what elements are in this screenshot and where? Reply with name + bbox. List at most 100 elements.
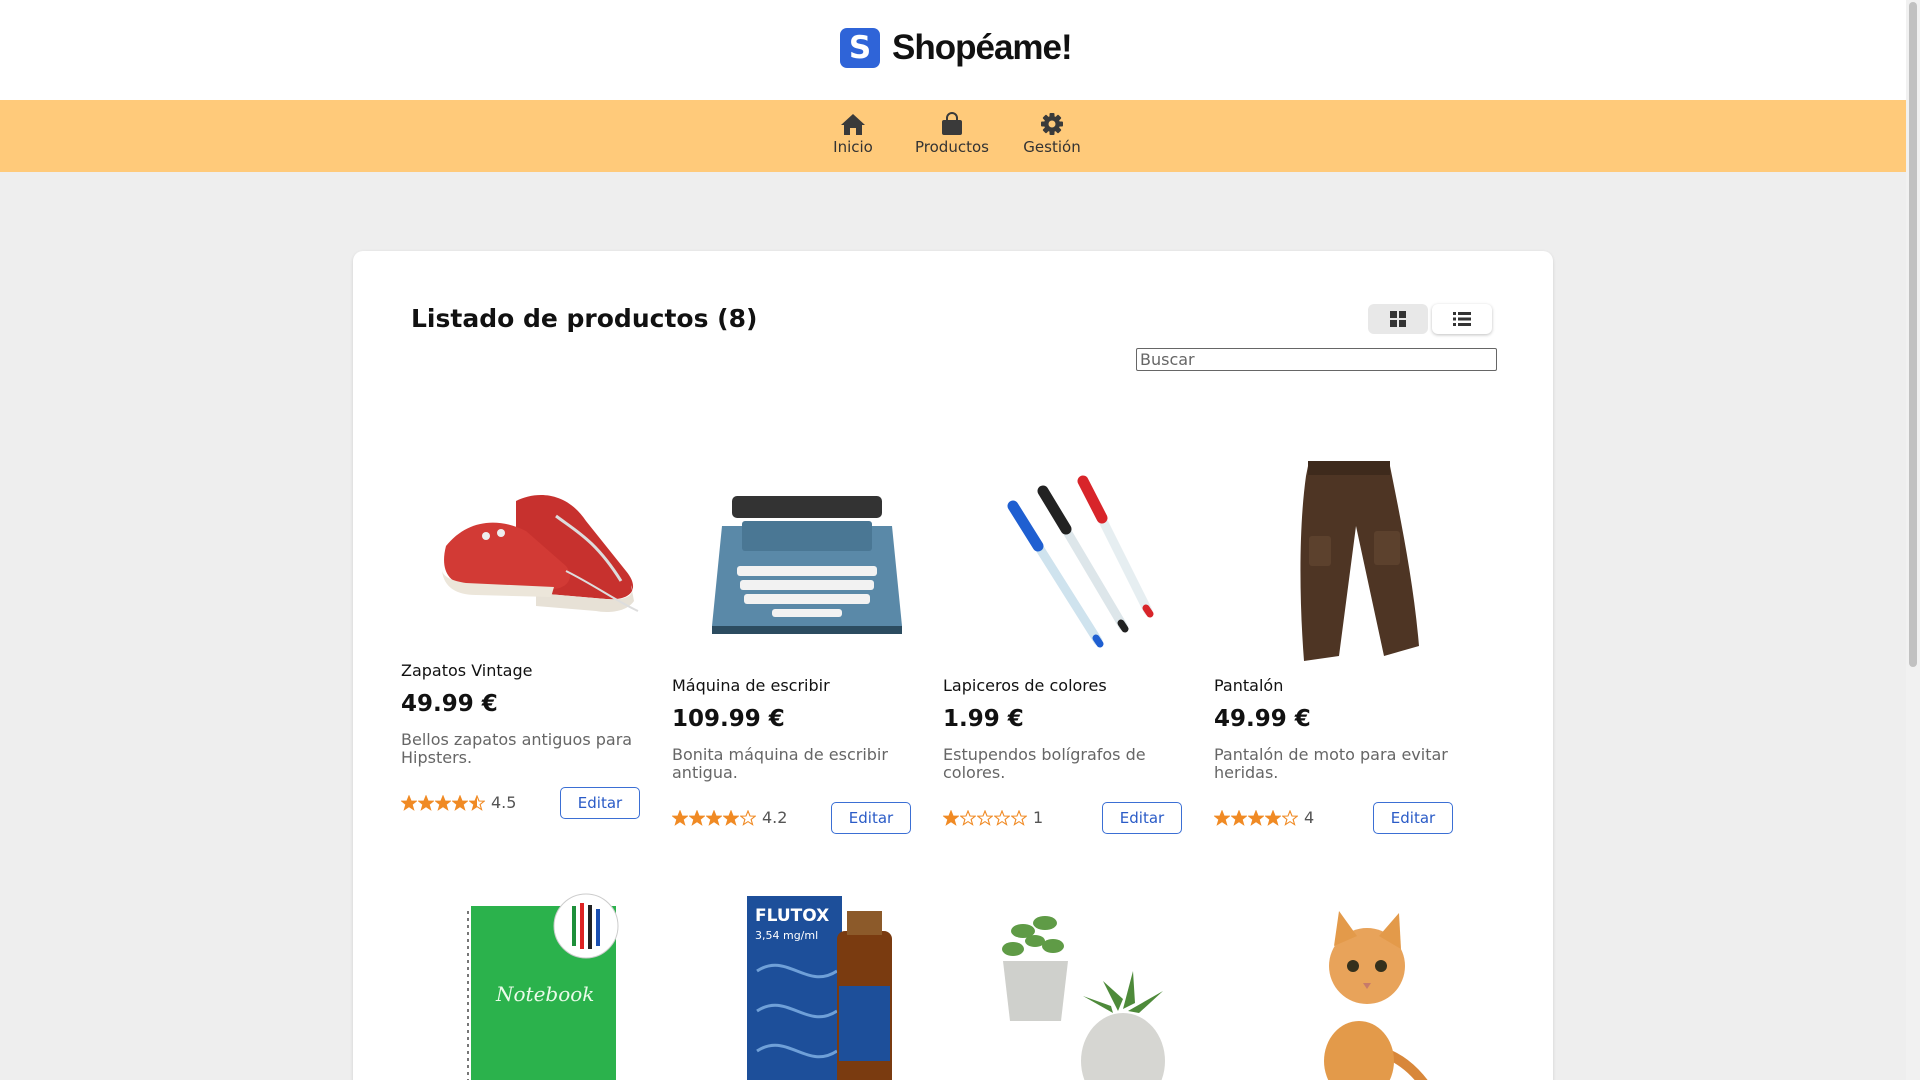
star-empty-icon (977, 809, 993, 826)
product-card[interactable] (943, 891, 1213, 1080)
product-card[interactable]: Zapatos Vintage 49.99 € Bellos zapatos a… (401, 431, 671, 821)
rating-stars: 4.5 (401, 793, 516, 812)
product-description: Bonita máquina de escribir antigua. (672, 745, 888, 782)
star-full-icon (723, 809, 739, 826)
brand-logo-icon: S (840, 28, 880, 68)
star-full-icon (452, 794, 468, 811)
edit-button[interactable]: Editar (560, 787, 640, 819)
star-full-icon (706, 809, 722, 826)
product-card[interactable] (1214, 891, 1484, 1080)
flutox-dose-text: 3,54 mg/ml (755, 929, 818, 942)
product-footer: 1 Editar (943, 802, 1213, 836)
product-image-typewriter[interactable] (672, 446, 942, 676)
search-input[interactable] (1136, 348, 1497, 371)
list-view-icon (1453, 312, 1471, 326)
nav-item-inicio[interactable]: Inicio (803, 112, 903, 156)
brand[interactable]: S Shopéame! (840, 28, 1073, 68)
product-name: Zapatos Vintage (401, 661, 533, 680)
product-card[interactable]: FLUTOX 3,54 mg/ml (672, 891, 942, 1080)
rating-stars: 1 (943, 808, 1043, 827)
typewriter-image (712, 496, 902, 634)
product-card[interactable]: Notebook (401, 891, 671, 1080)
product-description: Pantalón de moto para evitar heridas. (1214, 745, 1448, 782)
product-price: 1.99 € (943, 706, 1024, 732)
product-image-notebook[interactable]: Notebook (401, 891, 671, 1080)
product-name: Lapiceros de colores (943, 676, 1107, 695)
star-full-icon (401, 794, 417, 811)
shopping-bag-icon (942, 112, 962, 135)
rating-value: 4.5 (491, 793, 517, 812)
product-price: 49.99 € (1214, 706, 1311, 732)
notebook-image: Notebook (467, 893, 619, 1080)
product-price: 109.99 € (672, 706, 785, 732)
flutox-syrup-image: FLUTOX 3,54 mg/ml (747, 896, 892, 1080)
nav-label-inicio: Inicio (833, 138, 873, 156)
grid-view-button[interactable] (1368, 304, 1428, 334)
nav-item-gestion[interactable]: Gestión (1002, 112, 1102, 156)
red-sneakers-image (442, 495, 639, 612)
product-image-flutox[interactable]: FLUTOX 3,54 mg/ml (672, 891, 942, 1080)
page-title: Listado de productos (8) (411, 304, 758, 333)
nav-item-productos[interactable]: Productos (902, 112, 1002, 156)
product-image-kitten[interactable] (1214, 891, 1484, 1080)
product-image-plants[interactable] (943, 891, 1213, 1080)
star-empty-icon (740, 809, 756, 826)
star-full-icon (435, 794, 451, 811)
product-card[interactable]: Máquina de escribir 109.99 € Bonita máqu… (672, 446, 942, 836)
grid-view-icon (1390, 311, 1406, 327)
product-list-card: Listado de productos (8) Buscar Zapatos … (353, 251, 1553, 1080)
scrollbar-thumb[interactable] (1909, 2, 1917, 667)
product-description: Estupendos bolígrafos de colores. (943, 745, 1146, 782)
star-empty-icon (960, 809, 976, 826)
edit-button[interactable]: Editar (831, 802, 911, 834)
product-price: 49.99 € (401, 691, 498, 717)
main-nav: Inicio Productos Gestión (0, 100, 1906, 172)
star-full-icon (672, 809, 688, 826)
product-name: Máquina de escribir (672, 676, 830, 695)
star-empty-icon (1282, 809, 1298, 826)
star-full-icon (418, 794, 434, 811)
nav-label-productos: Productos (915, 138, 989, 156)
brand-name: Shopéame! (892, 28, 1073, 67)
succulent-plants-image (1002, 916, 1165, 1080)
brown-trousers-image (1300, 461, 1419, 661)
page-scrollbar[interactable] (1906, 0, 1920, 1080)
rating-value: 1 (1033, 808, 1044, 827)
star-full-icon (1231, 809, 1247, 826)
product-footer: 4.2 Editar (672, 802, 942, 836)
product-card[interactable]: Pantalón 49.99 € Pantalón de moto para e… (1214, 446, 1484, 836)
product-footer: 4.5 Editar (401, 787, 671, 821)
kitten-image (1324, 911, 1428, 1080)
flutox-brand-text: FLUTOX (755, 906, 829, 926)
product-footer: 4 Editar (1214, 802, 1484, 836)
product-image-sneakers[interactable] (401, 431, 671, 661)
top-header: S Shopéame! (0, 0, 1906, 100)
rating-stars: 4 (1214, 808, 1314, 827)
product-description: Bellos zapatos antiguos para Hipsters. (401, 730, 633, 767)
star-half-icon (469, 794, 485, 811)
star-full-icon (1214, 809, 1230, 826)
edit-button[interactable]: Editar (1373, 802, 1453, 834)
home-icon (841, 114, 865, 135)
product-card[interactable]: Lapiceros de colores 1.99 € Estupendos b… (943, 446, 1213, 836)
star-full-icon (943, 809, 959, 826)
product-image-pens[interactable] (943, 446, 1213, 676)
gear-icon (1041, 113, 1063, 135)
list-view-button[interactable] (1432, 304, 1492, 334)
edit-button[interactable]: Editar (1102, 802, 1182, 834)
star-full-icon (1265, 809, 1281, 826)
nav-label-gestion: Gestión (1023, 138, 1081, 156)
rating-stars: 4.2 (672, 808, 787, 827)
pens-image (1007, 475, 1154, 648)
rating-value: 4 (1304, 808, 1315, 827)
notebook-cover-text: Notebook (495, 982, 594, 1006)
star-full-icon (1248, 809, 1264, 826)
star-empty-icon (1011, 809, 1027, 826)
star-empty-icon (994, 809, 1010, 826)
star-full-icon (689, 809, 705, 826)
product-name: Pantalón (1214, 676, 1284, 695)
product-image-trousers[interactable] (1214, 446, 1484, 676)
viewport: S Shopéame! Inicio Productos Gestión Lis… (0, 0, 1906, 1080)
rating-value: 4.2 (762, 808, 788, 827)
view-toggle (1368, 304, 1496, 334)
